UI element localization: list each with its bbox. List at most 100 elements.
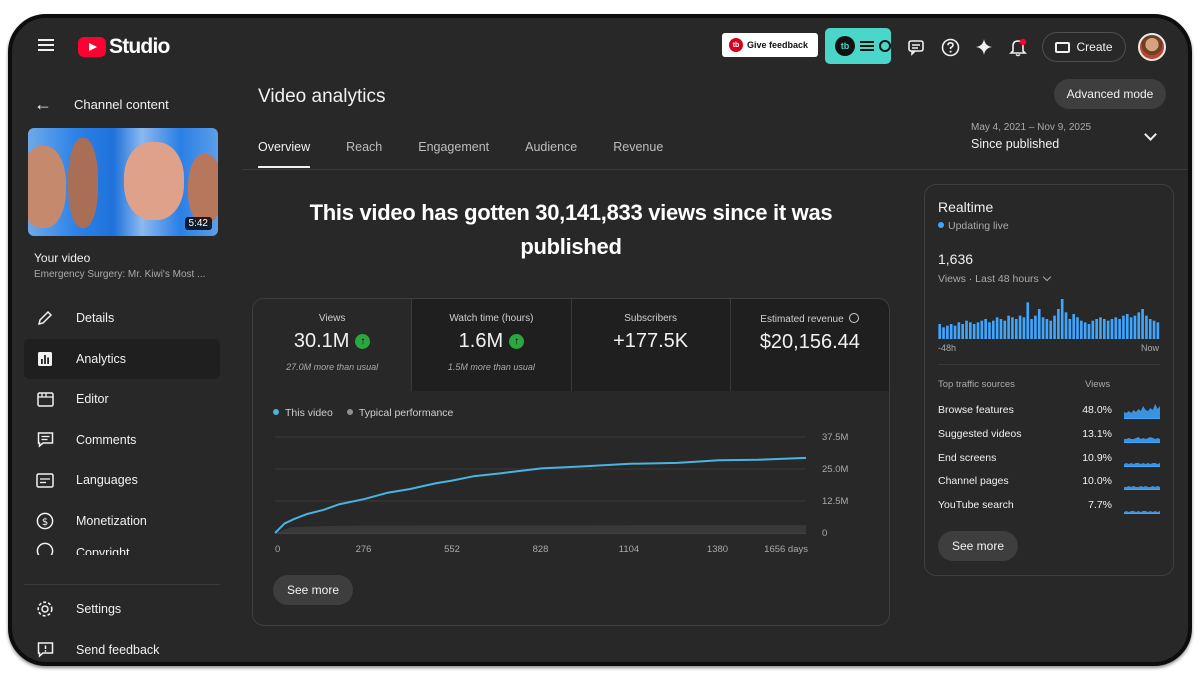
realtime-bar — [942, 327, 945, 339]
sparkline-area — [1124, 436, 1160, 442]
traffic-source-row[interactable]: End screens 10.9% — [938, 449, 1160, 469]
traffic-source-percent: 48.0% — [1082, 404, 1112, 416]
realtime-period-selector[interactable]: Views · Last 48 hours — [938, 272, 1052, 285]
realtime-axis-start: -48h — [938, 343, 957, 353]
feedback-icon — [36, 641, 54, 659]
realtime-bar-chart[interactable] — [938, 297, 1160, 339]
thumbnail-figure — [68, 138, 98, 228]
sidebar-item-editor[interactable]: Editor — [24, 379, 220, 420]
realtime-bar — [1014, 319, 1018, 339]
tubebuddy-icon: tb — [729, 38, 743, 52]
advanced-mode-button[interactable]: Advanced mode — [1054, 79, 1166, 109]
tab-audience[interactable]: Audience — [525, 140, 577, 168]
metric-value: $20,156.44 — [759, 331, 860, 353]
legend-dot — [346, 409, 353, 415]
realtime-bar — [1122, 315, 1125, 339]
realtime-bar — [969, 322, 972, 339]
metric-revenue[interactable]: Estimated revenue $20,156.44 — [731, 299, 889, 391]
back-arrow-icon[interactable]: ← — [34, 94, 52, 115]
traffic-source-name: End screens — [938, 451, 997, 464]
create-button[interactable]: Create — [1042, 32, 1126, 62]
chevron-down-icon[interactable] — [1144, 128, 1157, 141]
traffic-source-percent: 10.0% — [1082, 475, 1112, 488]
clock-icon — [849, 313, 860, 323]
avatar[interactable] — [1138, 33, 1166, 61]
realtime-bar — [1007, 315, 1010, 339]
metric-subscribers[interactable]: Subscribers +177.5K — [572, 299, 731, 391]
list-icon — [860, 39, 874, 53]
metric-label: Watch time (hours) — [449, 313, 534, 324]
sidebar-item-analytics[interactable]: Analytics — [24, 338, 220, 379]
see-more-button[interactable]: See more — [273, 575, 354, 605]
sparkline-area — [1124, 486, 1160, 490]
realtime-bar — [938, 324, 942, 339]
realtime-see-more-button[interactable]: See more — [938, 531, 1019, 561]
realtime-bar — [1057, 309, 1060, 339]
traffic-source-name: Suggested videos — [938, 427, 1022, 440]
sidebar-item-copyright[interactable]: Copyright — [24, 541, 220, 555]
channel-content-back[interactable]: ← Channel content — [34, 94, 169, 115]
views-line-chart[interactable]: 0 12.5M 25.0M 37.5M 0 276 552 828 1104 1380 1656 d… — [253, 427, 889, 567]
traffic-source-row[interactable]: Suggested videos 13.1% — [938, 425, 1160, 445]
realtime-status: Updating live — [938, 220, 1009, 232]
traffic-source-row[interactable]: Browse features 48.0% — [938, 401, 1160, 421]
realtime-bar — [961, 324, 964, 339]
sparkle-icon[interactable] — [974, 37, 994, 57]
comments-icon — [36, 431, 54, 449]
sidebar-item-languages[interactable]: Languages — [24, 460, 220, 501]
realtime-bar — [1114, 317, 1118, 339]
sidebar-item-comments[interactable]: Comments — [24, 420, 220, 461]
tab-overview[interactable]: Overview — [258, 140, 311, 168]
metric-value-row: $20,156.44 — [731, 331, 889, 354]
metric-watch-time[interactable]: Watch time (hours) 1.6M ↑ 1.5M more than… — [412, 299, 572, 391]
date-range-text: May 4, 2021 – Nov 9, 2025 — [971, 122, 1092, 133]
sidebar-item-details[interactable]: Details — [24, 298, 220, 339]
metric-views[interactable]: Views 30.1M ↑ 27.0M more than usual — [253, 299, 413, 391]
sidebar-bottom: Settings Send feedback — [24, 584, 220, 663]
legend-item-this-video[interactable]: This video — [273, 407, 333, 419]
sidebar-item-label: Send feedback — [76, 642, 160, 657]
realtime-bar — [1152, 320, 1156, 339]
search-icon — [879, 40, 891, 52]
traffic-sparkline — [1124, 404, 1160, 419]
help-icon[interactable] — [940, 37, 960, 57]
divider — [938, 364, 1160, 365]
realtime-bar — [1145, 315, 1148, 339]
dollar-icon: $ — [36, 512, 54, 530]
realtime-bar — [1102, 319, 1106, 339]
sidebar-item-settings[interactable]: Settings — [24, 589, 220, 630]
tab-reach[interactable]: Reach — [346, 140, 382, 168]
traffic-sparkline — [1124, 511, 1160, 515]
realtime-bar — [991, 320, 995, 339]
date-range-selector[interactable]: May 4, 2021 – Nov 9, 2025 Since publishe… — [971, 122, 1091, 151]
give-feedback-button[interactable]: tb Give feedback — [722, 33, 818, 57]
tab-engagement[interactable]: Engagement — [418, 140, 489, 168]
traffic-sparkline — [1124, 486, 1160, 491]
editor-icon — [36, 390, 54, 408]
traffic-source-row[interactable]: YouTube search 7.7% — [938, 496, 1160, 516]
realtime-bar — [1110, 319, 1114, 339]
realtime-bar — [1011, 317, 1014, 339]
sidebar-item-monetization[interactable]: $ Monetization — [24, 501, 220, 542]
comment-feedback-icon[interactable] — [906, 37, 926, 57]
realtime-bar — [946, 325, 949, 339]
app-window: Studio tb Give feedback tb Create ← Chan… — [8, 14, 1192, 666]
legend-item-typical[interactable]: Typical performance — [346, 407, 453, 419]
x-tick-label: 1656 days — [764, 544, 808, 555]
video-thumbnail[interactable]: 5:42 — [28, 128, 218, 236]
views-headline: This video has gotten 30,141,833 views s… — [309, 200, 833, 259]
notifications-icon[interactable] — [1008, 37, 1028, 57]
tab-revenue[interactable]: Revenue — [613, 140, 663, 168]
sidebar: ← Channel content 5:42 Your video Emerge… — [12, 76, 238, 663]
tubebuddy-menu-button[interactable]: tb — [825, 28, 891, 64]
realtime-bar — [1068, 319, 1072, 339]
sidebar-item-label: Comments — [76, 432, 137, 447]
live-dot-icon — [938, 222, 944, 228]
studio-logo[interactable]: Studio — [78, 35, 170, 59]
traffic-source-row[interactable]: Channel pages 10.0% — [938, 472, 1160, 492]
menu-icon[interactable] — [38, 39, 54, 51]
traffic-sources-title: Top traffic sources — [938, 379, 1015, 390]
metrics-row: Views 30.1M ↑ 27.0M more than usual Watc… — [253, 299, 889, 391]
sidebar-item-send-feedback[interactable]: Send feedback — [24, 630, 220, 663]
realtime-bar — [999, 319, 1003, 339]
